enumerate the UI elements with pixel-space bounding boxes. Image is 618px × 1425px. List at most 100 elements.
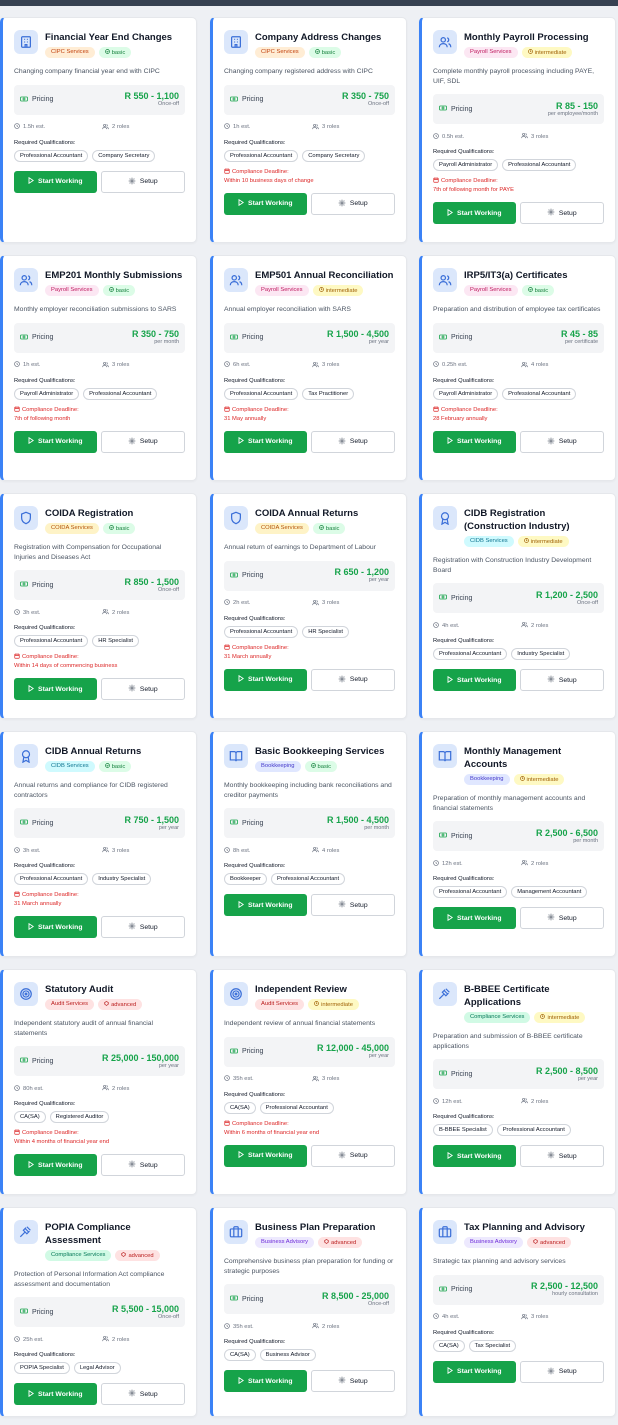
roles-count: 2 roles (521, 859, 548, 868)
pricing-label-wrap: Pricing (439, 104, 472, 114)
level-icon (527, 49, 533, 56)
pricing-box: Pricing R 750 - 1,500 per year (14, 808, 185, 838)
level-icon (104, 1001, 109, 1008)
start-working-button[interactable]: Start Working (224, 894, 307, 916)
setup-button[interactable]: Setup (519, 202, 604, 224)
level-icon (108, 287, 114, 294)
start-working-button[interactable]: Start Working (14, 1154, 97, 1176)
setup-button[interactable]: Setup (310, 668, 395, 691)
card-meta: 80h est. 2 roles (14, 1084, 185, 1093)
setup-button[interactable]: Setup (519, 669, 604, 691)
pricing-box: Pricing R 550 - 1,100 Once-off (14, 84, 185, 115)
start-working-button[interactable]: Start Working (224, 668, 307, 691)
start-working-button[interactable]: Start Working (224, 430, 307, 453)
setup-button[interactable]: Setup (310, 192, 395, 215)
target-icon (14, 982, 38, 1006)
roles-suffix: roles (326, 1323, 340, 1330)
setup-button[interactable]: Setup (310, 1144, 395, 1167)
setup-button[interactable]: Setup (310, 1370, 395, 1392)
setup-button[interactable]: Setup (100, 916, 185, 938)
pricing-box: Pricing R 1,500 - 4,500 per year (224, 322, 395, 353)
setup-label: Setup (558, 438, 577, 445)
start-working-button[interactable]: Start Working (224, 1144, 307, 1167)
start-working-button[interactable]: Start Working (433, 1145, 516, 1167)
pricing-label-wrap: Pricing (439, 333, 472, 343)
start-working-button[interactable]: Start Working (14, 678, 97, 700)
compliance-deadline: Compliance Deadline: Within 10 business d… (224, 168, 395, 184)
card-meta: 35h est. 3 roles (224, 1075, 395, 1084)
start-working-button[interactable]: Start Working (14, 916, 97, 938)
price-unit: per year (158, 824, 179, 831)
card-header: EMP201 Monthly Submissions Payroll Servic… (14, 268, 185, 296)
category-badge: COIDA Services (255, 523, 309, 534)
estimated-time-text: 1.5h est. (23, 124, 45, 130)
start-working-button[interactable]: Start Working (433, 430, 516, 453)
roles-text: 3 roles (531, 134, 548, 140)
pricing-label-wrap: Pricing (20, 580, 53, 590)
roles-text: 2 roles (322, 1324, 339, 1330)
setup-button[interactable]: Setup (519, 1360, 604, 1383)
start-working-button[interactable]: Start Working (433, 669, 516, 691)
roles-suffix: roles (326, 600, 340, 606)
roles-count: 3 roles (521, 1313, 548, 1322)
calendar-icon (14, 653, 20, 661)
card-meta: 3h est. 2 roles (14, 608, 185, 617)
start-working-button[interactable]: Start Working (14, 1383, 97, 1405)
gear-icon (338, 1151, 346, 1161)
users-icon (312, 1075, 319, 1084)
pricing-label-wrap: Pricing (439, 1069, 472, 1079)
roles-value: 2 (112, 609, 116, 616)
play-icon (28, 1389, 35, 1399)
card-title: COIDA Registration (45, 508, 134, 519)
dollar-icon (20, 818, 28, 828)
service-card: Tax Planning and Advisory Business Adviso… (419, 1207, 616, 1417)
qualification-tag: CA(SA) (433, 1339, 465, 1352)
clock-icon (14, 1335, 20, 1344)
setup-button[interactable]: Setup (100, 1154, 185, 1176)
service-card: CIDB Annual Returns CIDB Services basic Ann… (0, 731, 197, 957)
setup-button[interactable]: Setup (519, 1145, 604, 1167)
est-suffix: est. (458, 362, 468, 368)
pricing-label: Pricing (32, 96, 54, 103)
start-working-button[interactable]: Start Working (224, 1370, 307, 1392)
start-working-button[interactable]: Start Working (433, 202, 516, 224)
pricing-box: Pricing R 2,500 - 12,500 hourly consultati… (433, 1274, 604, 1305)
setup-button[interactable]: Setup (310, 894, 395, 916)
pricing-box: Pricing R 12,000 - 45,000 per year (224, 1036, 395, 1067)
price-range: R 25,000 - 150,000 (101, 1052, 179, 1063)
start-working-button[interactable]: Start Working (433, 907, 516, 929)
card-header: Business Plan Preparation Business Adviso… (224, 1220, 395, 1248)
setup-button[interactable]: Setup (100, 1383, 185, 1405)
start-working-button[interactable]: Start Working (14, 170, 97, 193)
setup-button[interactable]: Setup (519, 907, 604, 929)
card-actions: Start Working Setup (433, 202, 604, 224)
pricing-value: R 850 - 1,500 Once-off (124, 577, 179, 594)
setup-button[interactable]: Setup (519, 430, 604, 453)
level-badge: basic (102, 285, 136, 296)
play-icon (238, 1150, 245, 1160)
setup-button[interactable]: Setup (310, 430, 395, 453)
setup-button[interactable]: Setup (100, 430, 185, 453)
dollar-icon (439, 333, 447, 343)
card-heading: Financial Year End Changes CIPC Services b… (45, 30, 172, 58)
pricing-label: Pricing (451, 1286, 473, 1293)
play-icon (238, 198, 245, 208)
est-suffix: est. (450, 1314, 460, 1320)
start-working-button[interactable]: Start Working (224, 192, 307, 215)
start-working-label: Start Working (248, 1152, 293, 1159)
roles-count: 2 roles (521, 1097, 548, 1106)
pricing-value: R 350 - 750 Once-off (342, 91, 389, 108)
pricing-box: Pricing R 1,500 - 4,500 per month (224, 808, 395, 838)
roles-suffix: roles (116, 1336, 130, 1343)
play-icon (447, 675, 454, 685)
clock-icon (433, 1097, 439, 1106)
start-working-button[interactable]: Start Working (433, 1360, 516, 1383)
start-working-button[interactable]: Start Working (14, 430, 97, 453)
qualifications-heading: Required Qualifications: (14, 377, 76, 384)
setup-button[interactable]: Setup (100, 678, 185, 700)
level-badge: advanced (527, 1237, 572, 1248)
card-heading: Independent Review Audit Services intermed… (255, 982, 359, 1010)
setup-button[interactable]: Setup (100, 170, 185, 193)
roles-count: 4 roles (521, 361, 548, 370)
card-badges: Payroll Services intermediate (464, 47, 589, 58)
